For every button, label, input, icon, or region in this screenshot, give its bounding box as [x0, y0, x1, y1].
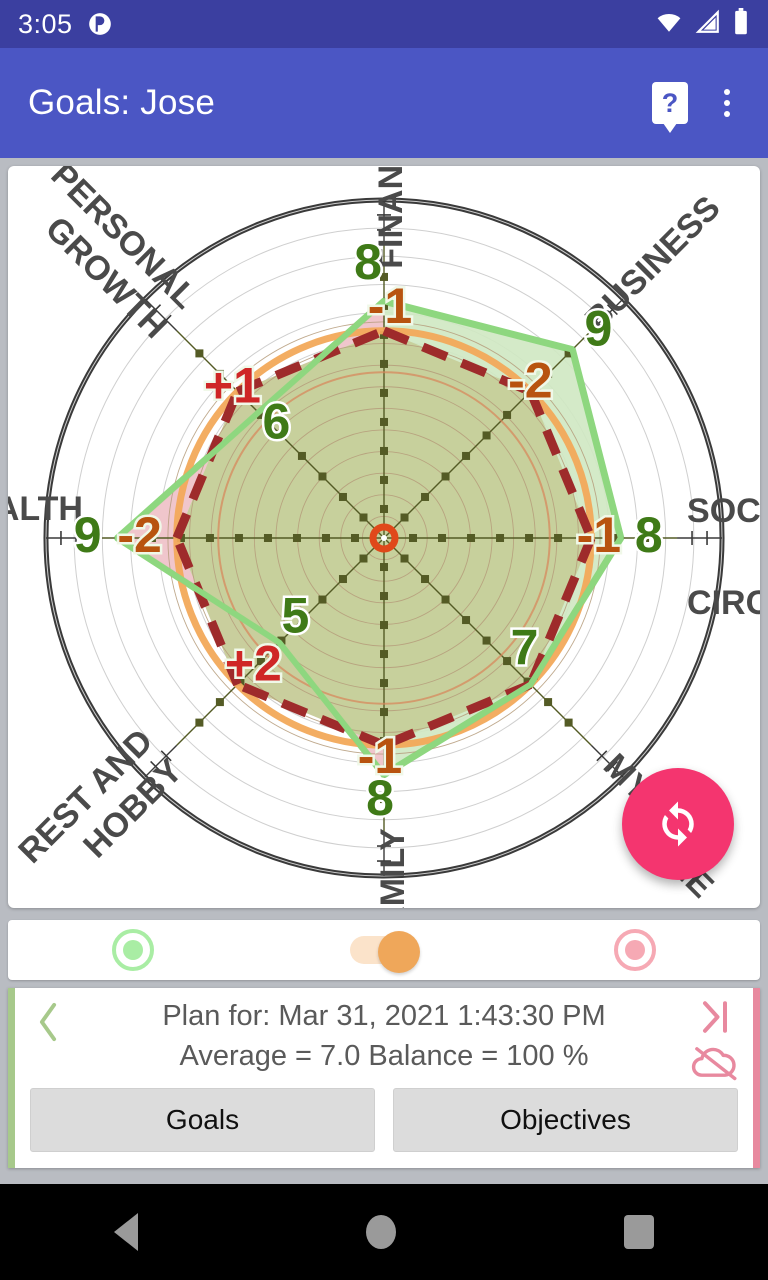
cloud-off-button[interactable]	[684, 1040, 746, 1084]
axis-label-2-b: CIRCLE	[687, 584, 760, 622]
axis-label-6: HEALTH	[8, 490, 83, 528]
plan-buttons: Goals Objectives	[8, 1084, 760, 1152]
plan-date-label: Plan for: Mar 31, 2021 1:43:30 PM	[162, 1000, 606, 1032]
axis-value-3: 7	[511, 620, 539, 676]
system-nav-bar	[0, 1184, 768, 1280]
plan-panel: Plan for: Mar 31, 2021 1:43:30 PM Averag…	[8, 988, 760, 1168]
recents-icon[interactable]	[624, 1215, 654, 1249]
wifi-icon	[654, 9, 684, 40]
mode-slot-toggle[interactable]	[259, 931, 510, 973]
status-time: 3:05	[18, 8, 73, 39]
page-title: Goals: Jose	[28, 83, 216, 122]
app-bar: Goals: Jose ?	[0, 48, 768, 158]
axis-label-2-a: SOCIAL	[687, 492, 760, 530]
axis-delta-2: -1	[577, 507, 621, 563]
status-right-icons	[654, 7, 750, 41]
goals-radio[interactable]	[112, 929, 155, 971]
plan-text-block: Plan for: Mar 31, 2021 1:43:30 PM Averag…	[8, 988, 760, 1076]
mode-slot-goals[interactable]	[8, 929, 259, 971]
view-mode-strip[interactable]	[8, 920, 760, 980]
axis-delta-7: +1	[204, 357, 261, 413]
axis-value-6: 9	[74, 507, 102, 563]
plan-toggle-knob[interactable]	[378, 931, 420, 973]
mode-slot-objectives[interactable]	[509, 929, 760, 971]
app-bar-actions: ?	[652, 82, 740, 124]
plan-toggle[interactable]	[350, 931, 420, 973]
sync-fab-button[interactable]	[622, 768, 734, 880]
app-screen: 3:05 Goals: Jose ? FINANCES BUSINESS SOC…	[0, 0, 768, 1280]
objectives-radio[interactable]	[613, 929, 656, 971]
axis-value-5: 5	[281, 588, 309, 644]
app-notification-icon	[87, 11, 113, 37]
help-icon[interactable]: ?	[652, 82, 688, 124]
axis-value-1: 9	[584, 301, 612, 357]
axis-delta-1: -2	[508, 353, 552, 409]
previous-plan-button[interactable]	[26, 998, 70, 1046]
help-icon-label: ?	[661, 87, 679, 118]
home-icon[interactable]	[366, 1215, 396, 1249]
status-bar: 3:05	[0, 0, 768, 48]
chevron-left-icon	[39, 1002, 57, 1042]
axis-delta-0: -1	[368, 278, 412, 334]
more-vert-icon[interactable]	[714, 83, 740, 123]
battery-full-icon	[732, 7, 750, 41]
axis-value-2: 8	[635, 507, 663, 563]
objectives-button[interactable]: Objectives	[393, 1088, 738, 1152]
axis-delta-4: -1	[358, 728, 402, 784]
plan-summary-label: Average = 7.0 Balance = 100 %	[179, 1040, 589, 1072]
cloud-off-icon	[691, 1047, 737, 1081]
last-plan-button[interactable]	[686, 994, 744, 1040]
axis-label-4: FAMILY	[374, 828, 412, 908]
radar-chart-card[interactable]: FINANCESBUSINESSSOCIALCIRCLEMYHOMEFAMILY…	[8, 166, 760, 908]
skip-to-end-icon	[703, 1001, 727, 1033]
sync-icon	[662, 801, 694, 847]
cell-signal-icon	[694, 9, 722, 40]
axis-value-7: 6	[263, 393, 291, 449]
goals-button[interactable]: Goals	[30, 1088, 375, 1152]
back-icon[interactable]	[114, 1213, 138, 1251]
axis-delta-6: -2	[117, 507, 161, 563]
goals-radio-dot	[123, 940, 144, 960]
axis-delta-5: +2	[225, 636, 282, 692]
objectives-radio-dot	[624, 940, 645, 960]
plan-header: Plan for: Mar 31, 2021 1:43:30 PM Averag…	[8, 988, 760, 1084]
